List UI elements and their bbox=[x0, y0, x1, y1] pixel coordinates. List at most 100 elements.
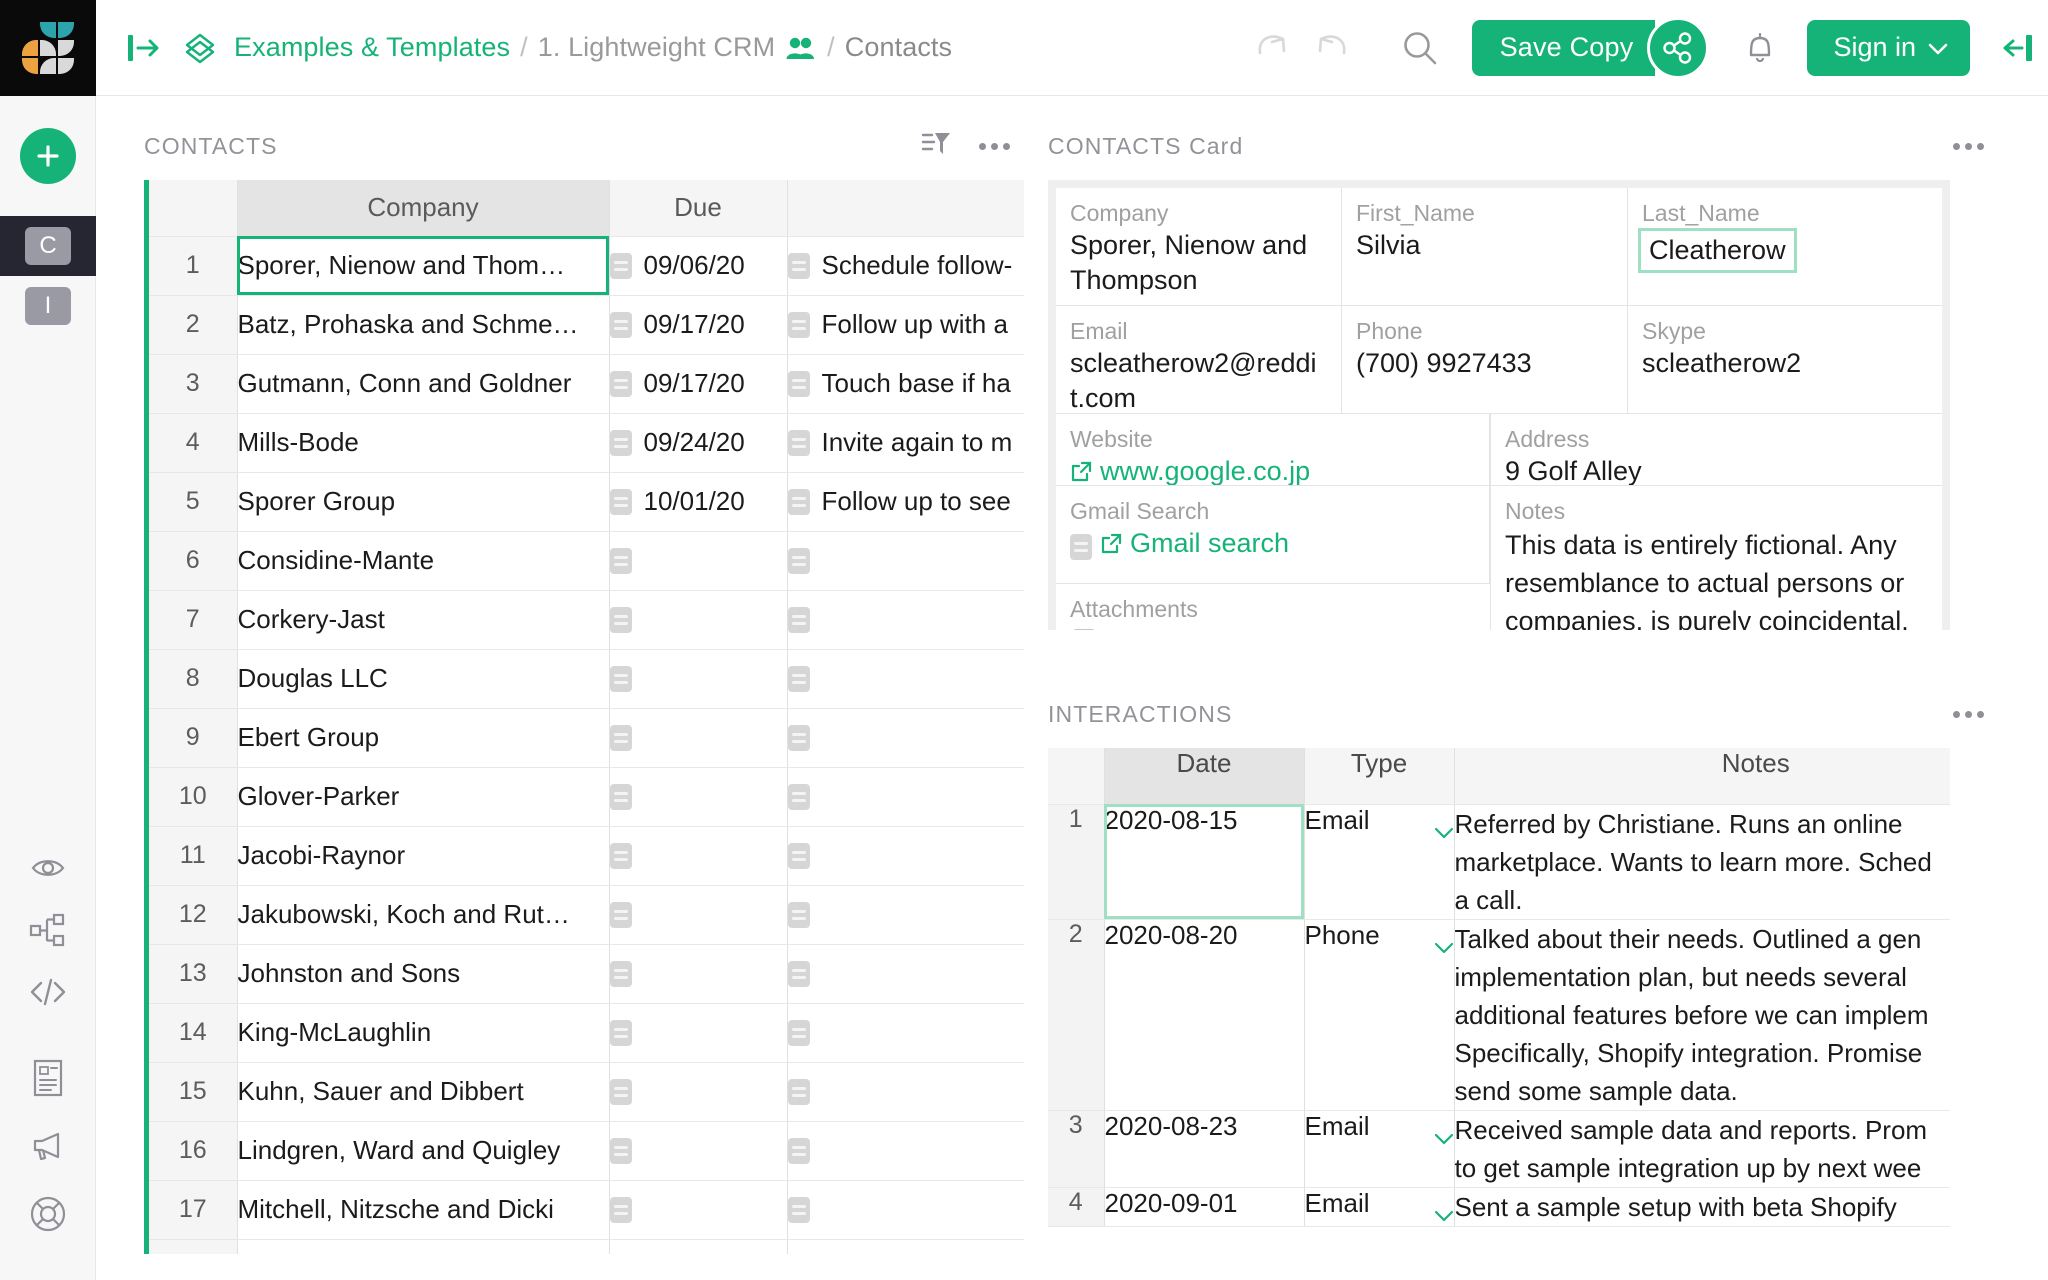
cell-company[interactable]: Sporer, Nienow and Thom… bbox=[237, 236, 609, 295]
row-number[interactable]: 3 bbox=[1048, 1110, 1104, 1187]
table-row[interactable]: 10Glover-Parker bbox=[149, 767, 1024, 826]
table-row[interactable]: 12020-08-15EmailReferred by Christiane. … bbox=[1048, 804, 1950, 919]
contacts-col-rownum[interactable] bbox=[149, 180, 237, 236]
cell-todo[interactable] bbox=[787, 826, 1024, 885]
row-number[interactable]: 11 bbox=[149, 826, 237, 885]
row-number[interactable]: 13 bbox=[149, 944, 237, 1003]
chevron-down-icon[interactable] bbox=[1434, 815, 1454, 827]
cell-company[interactable]: Considine-Mante bbox=[237, 531, 609, 590]
table-row[interactable]: 7Corkery-Jast bbox=[149, 590, 1024, 649]
sort-filter-icon[interactable] bbox=[921, 130, 951, 163]
row-number[interactable]: 2 bbox=[1048, 919, 1104, 1110]
cell-due[interactable] bbox=[609, 826, 787, 885]
interactions-col-type[interactable]: Type bbox=[1304, 748, 1454, 804]
table-row[interactable]: 5Sporer Group10/01/20Follow up to see bbox=[149, 472, 1024, 531]
row-number[interactable]: 15 bbox=[149, 1062, 237, 1121]
cell-notes[interactable]: Sent a sample setup with beta Shopify bbox=[1454, 1187, 1950, 1226]
cell-due[interactable]: 10/01/20 bbox=[609, 472, 787, 531]
row-number[interactable]: 7 bbox=[149, 590, 237, 649]
attachment-icon[interactable] bbox=[1070, 624, 1476, 630]
card-field-attachments[interactable]: Attachments bbox=[1056, 584, 1490, 630]
cell-company[interactable]: Kuhn, Sauer and Dibbert bbox=[237, 1062, 609, 1121]
row-number[interactable]: 4 bbox=[1048, 1187, 1104, 1226]
row-number[interactable]: 1 bbox=[1048, 804, 1104, 919]
cell-type[interactable]: Email bbox=[1304, 1110, 1454, 1187]
cell-company[interactable]: Ebert Group bbox=[237, 708, 609, 767]
cell-todo[interactable]: Follow up to see bbox=[787, 472, 1024, 531]
cell-company[interactable]: Gutmann, Conn and Goldner bbox=[237, 354, 609, 413]
cell-todo[interactable] bbox=[787, 1239, 1024, 1254]
row-number[interactable]: 6 bbox=[149, 531, 237, 590]
table-row[interactable]: 22020-08-20PhoneTalked about their needs… bbox=[1048, 919, 1950, 1110]
interactions-grid[interactable]: Date Type Notes 12020-08-15EmailReferred… bbox=[1048, 748, 1950, 1248]
contacts-col-company[interactable]: Company bbox=[237, 180, 609, 236]
table-row[interactable]: 15Kuhn, Sauer and Dibbert bbox=[149, 1062, 1024, 1121]
bell-icon[interactable] bbox=[1735, 23, 1785, 73]
card-field-first-name[interactable]: First_Name Silvia bbox=[1342, 188, 1628, 306]
cell-todo[interactable] bbox=[787, 1062, 1024, 1121]
grist-logo[interactable] bbox=[0, 0, 96, 96]
table-row[interactable]: 16Lindgren, Ward and Quigley bbox=[149, 1121, 1024, 1180]
table-row[interactable]: 17Mitchell, Nitzsche and Dicki bbox=[149, 1180, 1024, 1239]
interactions-more-options-icon[interactable] bbox=[1947, 705, 1990, 724]
table-row[interactable]: 42020-09-01EmailSent a sample setup with… bbox=[1048, 1187, 1950, 1226]
cell-todo[interactable] bbox=[787, 1180, 1024, 1239]
contacts-grid[interactable]: Company Due To-Do 1Sporer, Nienow and Th… bbox=[144, 180, 1024, 1254]
table-row[interactable]: 8Douglas LLC bbox=[149, 649, 1024, 708]
cell-due[interactable] bbox=[609, 708, 787, 767]
cell-due[interactable] bbox=[609, 531, 787, 590]
share-icon[interactable] bbox=[1647, 17, 1709, 79]
breadcrumb-page[interactable]: Contacts bbox=[845, 32, 952, 63]
interactions-col-date[interactable]: Date bbox=[1104, 748, 1304, 804]
chevron-down-icon[interactable] bbox=[1434, 930, 1454, 942]
cell-due[interactable] bbox=[609, 1062, 787, 1121]
cell-due[interactable]: 09/06/20 bbox=[609, 236, 787, 295]
cell-todo[interactable]: Follow up with a bbox=[787, 295, 1024, 354]
table-row[interactable]: 6Considine-Mante bbox=[149, 531, 1024, 590]
card-more-options-icon[interactable] bbox=[1947, 137, 1990, 156]
cell-todo[interactable] bbox=[787, 708, 1024, 767]
card-field-phone[interactable]: Phone (700) 9927433 bbox=[1342, 306, 1628, 414]
cell-type[interactable]: Phone bbox=[1304, 919, 1454, 1110]
row-number[interactable]: 8 bbox=[149, 649, 237, 708]
row-number[interactable]: 5 bbox=[149, 472, 237, 531]
sidebar-item-contacts[interactable]: C bbox=[0, 216, 96, 276]
cell-company[interactable]: Douglas LLC bbox=[237, 649, 609, 708]
card-field-skype[interactable]: Skype scleatherow2 bbox=[1628, 306, 1942, 414]
table-row[interactable]: 3Gutmann, Conn and Goldner09/17/20Touch … bbox=[149, 354, 1024, 413]
cell-todo[interactable] bbox=[787, 767, 1024, 826]
row-number[interactable]: 3 bbox=[149, 354, 237, 413]
cell-company[interactable]: Corkery-Jast bbox=[237, 590, 609, 649]
save-copy-button[interactable]: Save Copy bbox=[1472, 20, 1656, 76]
row-number[interactable]: 4 bbox=[149, 413, 237, 472]
contacts-more-options-icon[interactable] bbox=[973, 137, 1016, 156]
row-number[interactable]: 17 bbox=[149, 1180, 237, 1239]
document-diamond-icon[interactable] bbox=[180, 28, 220, 68]
redo-icon[interactable] bbox=[1306, 22, 1358, 74]
cell-date[interactable]: 2020-08-20 bbox=[1104, 919, 1304, 1110]
interactions-col-rownum[interactable] bbox=[1048, 748, 1104, 804]
undo-icon[interactable] bbox=[1246, 22, 1298, 74]
row-number[interactable]: 14 bbox=[149, 1003, 237, 1062]
table-row[interactable]: 4Mills-Bode09/24/20Invite again to m bbox=[149, 413, 1024, 472]
card-value-website[interactable]: www.google.co.jp bbox=[1070, 454, 1475, 486]
card-field-company[interactable]: Company Sporer, Nienow and Thompson bbox=[1056, 188, 1342, 306]
card-field-website[interactable]: Website www.google.co.jp bbox=[1056, 414, 1490, 486]
row-number[interactable]: 18 bbox=[149, 1239, 237, 1254]
cell-todo[interactable] bbox=[787, 531, 1024, 590]
cell-company[interactable]: King-McLaughlin bbox=[237, 1003, 609, 1062]
row-number[interactable]: 2 bbox=[149, 295, 237, 354]
card-field-address[interactable]: Address 9 Golf Alley bbox=[1490, 414, 1942, 486]
cell-todo[interactable] bbox=[787, 944, 1024, 1003]
document-icon[interactable] bbox=[24, 1054, 72, 1102]
code-icon[interactable] bbox=[24, 968, 72, 1016]
cell-due[interactable]: 09/17/20 bbox=[609, 354, 787, 413]
add-new-button[interactable] bbox=[20, 128, 76, 184]
megaphone-icon[interactable] bbox=[24, 1122, 72, 1170]
cell-date[interactable]: 2020-08-15 bbox=[1104, 804, 1304, 919]
eye-icon[interactable] bbox=[24, 844, 72, 892]
cell-due[interactable] bbox=[609, 1180, 787, 1239]
card-field-email[interactable]: Email scleatherow2@reddit.com bbox=[1056, 306, 1342, 414]
table-row[interactable]: 32020-08-23EmailReceived sample data and… bbox=[1048, 1110, 1950, 1187]
cell-notes[interactable]: Referred by Christiane. Runs an onlinema… bbox=[1454, 804, 1950, 919]
